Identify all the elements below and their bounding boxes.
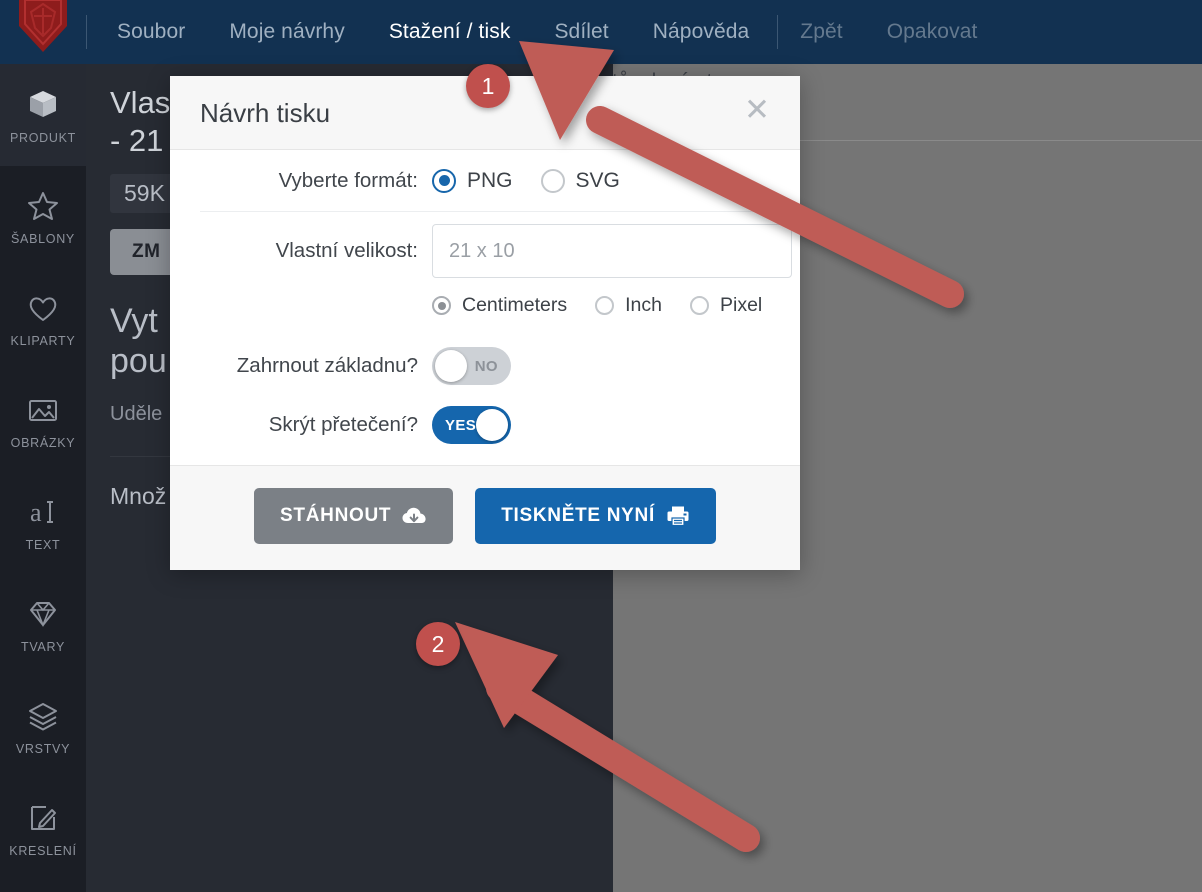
radio-option-png[interactable]: PNG	[432, 168, 513, 193]
sidebar-item-tvary[interactable]: TVARY	[0, 574, 86, 676]
cube-icon	[30, 90, 56, 117]
hide-overflow-toggle-knob	[476, 409, 508, 441]
radio-png-indicator	[432, 168, 456, 193]
menu-item-sdilet[interactable]: Sdílet	[532, 0, 630, 64]
panel-price-chip: 59K	[110, 173, 179, 213]
hide-overflow-row: Skrýt přetečení? YES	[200, 399, 770, 465]
sidebar-label-obrazky: OBRÁZKY	[10, 435, 76, 450]
shield-logo-icon	[19, 0, 67, 52]
radio-centimeters-indicator	[432, 296, 451, 315]
diamond-icon	[30, 601, 56, 627]
app-root: Soubor Moje návrhy Stažení / tisk Sdílet…	[0, 0, 1202, 892]
sidebar-item-kliparty[interactable]: KLIPARTY	[0, 268, 86, 370]
download-button[interactable]: STÁHNOUT	[254, 488, 454, 544]
format-options: PNG SVG	[432, 168, 648, 193]
radio-svg-label: SVG	[575, 168, 620, 192]
radio-pixel-indicator	[689, 296, 709, 315]
heart-icon	[29, 296, 57, 321]
image-icon	[29, 399, 57, 421]
custom-size-control	[432, 224, 792, 278]
cloud-download-icon	[402, 507, 426, 523]
modal-title: Návrh tisku	[200, 98, 331, 128]
radio-inch-indicator	[595, 296, 615, 315]
sidebar-label-kliparty: KLIPARTY	[10, 333, 76, 348]
app-logo[interactable]	[0, 0, 86, 64]
annotation-badge-1: 1	[466, 64, 510, 108]
hide-overflow-toggle-state: YES	[445, 416, 477, 434]
include-base-control: NO	[432, 347, 511, 385]
format-label: Vyberte formát:	[278, 168, 418, 192]
custom-size-row: Vlastní velikost:	[200, 212, 792, 290]
menu-item-soubor[interactable]: Soubor	[95, 0, 207, 64]
top-menu-bar: Soubor Moje návrhy Stažení / tisk Sdílet…	[0, 0, 1202, 64]
radio-option-pixel[interactable]: Pixel	[689, 294, 763, 317]
sidebar-label-kresleni: KRESLENÍ	[9, 843, 77, 858]
sidebar-rail: PRODUKT ŠABLONY KLIPARTY OBRÁZKY a TEXT …	[0, 64, 86, 892]
layers-icon	[29, 702, 57, 730]
sidebar-label-tvary: TVARY	[20, 639, 66, 654]
annotation-badge-2: 2	[416, 622, 460, 666]
sidebar-item-text[interactable]: a TEXT	[0, 472, 86, 574]
svg-text:a: a	[30, 498, 42, 527]
modal-footer: STÁHNOUT TISKNĚTE NYNÍ	[170, 465, 800, 570]
sidebar-label-sablony: ŠABLONY	[11, 231, 75, 246]
hide-overflow-toggle[interactable]: YES	[432, 406, 511, 444]
print-now-button-label: TISKNĚTE NYNÍ	[501, 505, 655, 526]
menu-divider-left	[86, 15, 87, 49]
menu-item-stazeni-tisk[interactable]: Stažení / tisk	[367, 0, 533, 64]
include-base-label: Zahrnout základnu?	[236, 354, 418, 377]
menu-item-napoveda[interactable]: Nápověda	[631, 0, 772, 64]
format-row: Vyberte formát: PNG SVG	[200, 150, 770, 212]
units-row: Centimeters Inch Pixel	[200, 290, 770, 333]
menu-item-moje-navrhy[interactable]: Moje návrhy	[207, 0, 366, 64]
radio-pixel-label: Pixel	[719, 294, 763, 316]
menu-item-zpet[interactable]: Zpět	[778, 0, 864, 64]
radio-option-inch[interactable]: Inch	[595, 294, 662, 317]
radio-svg-indicator	[540, 168, 565, 193]
modal-body: Vyberte formát: PNG SVG Vlastní velikost…	[170, 150, 800, 465]
include-base-row: Zahrnout základnu? NO	[200, 333, 770, 399]
print-design-modal: Návrh tisku ✕ Vyberte formát: PNG SVG Vl…	[170, 76, 800, 570]
text-icon: a	[30, 498, 53, 527]
hide-overflow-label: Skrýt přetečení?	[268, 413, 418, 436]
include-base-toggle-state: NO	[474, 357, 498, 375]
pencil-square-icon	[31, 805, 56, 830]
sidebar-label-text: TEXT	[25, 537, 61, 552]
sidebar-label-produkt: PRODUKT	[9, 130, 76, 145]
radio-option-centimeters[interactable]: Centimeters	[432, 294, 567, 317]
sidebar-item-produkt[interactable]: PRODUKT	[0, 64, 86, 166]
include-base-toggle-knob	[435, 350, 467, 382]
sidebar-label-vrstvy: VRSTVY	[15, 741, 71, 756]
include-base-toggle[interactable]: NO	[432, 347, 511, 385]
radio-inch-label: Inch	[625, 294, 662, 316]
custom-size-label: Vlastní velikost:	[275, 239, 418, 262]
radio-centimeters-label: Centimeters	[462, 294, 568, 316]
star-icon	[28, 191, 58, 220]
sidebar-item-vrstvy[interactable]: VRSTVY	[0, 676, 86, 778]
hide-overflow-control: YES	[432, 406, 511, 444]
close-icon[interactable]: ✕	[742, 94, 772, 125]
printer-icon	[667, 506, 689, 527]
radio-png-label: PNG	[467, 168, 513, 192]
download-button-label: STÁHNOUT	[280, 505, 392, 526]
sidebar-item-sablony[interactable]: ŠABLONY	[0, 166, 86, 268]
sidebar-item-kresleni[interactable]: KRESLENÍ	[0, 778, 86, 880]
menu-item-opakovat[interactable]: Opakovat	[865, 0, 1000, 64]
custom-size-input[interactable]	[432, 224, 792, 278]
sidebar-item-obrazky[interactable]: OBRÁZKY	[0, 370, 86, 472]
print-now-button[interactable]: TISKNĚTE NYNÍ	[475, 488, 716, 544]
radio-option-svg[interactable]: SVG	[540, 168, 620, 193]
